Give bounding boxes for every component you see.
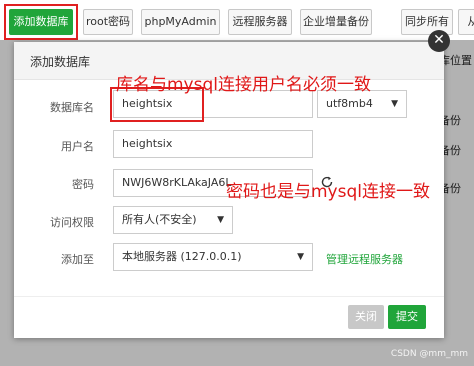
annotation-db-name: 库名与mysql连接用户名必须一致 [116, 75, 371, 95]
phpmyadmin-button[interactable]: phpMyAdmin [141, 9, 220, 35]
annotation-password: 密码也是与mysql连接一致 [226, 182, 430, 202]
password-label: 密码 [72, 178, 94, 191]
enterprise-backup-button[interactable]: 企业增量备份 [300, 9, 372, 35]
watermark: CSDN @mm_mm [390, 349, 468, 359]
db-name-label: 数据库名 [50, 101, 94, 114]
add-to-label: 添加至 [61, 253, 94, 266]
chevron-down-icon: ▼ [217, 215, 224, 225]
add-to-select[interactable]: 本地服务器 (127.0.0.1) ▼ [113, 243, 313, 271]
charset-value: utf8mb4 [326, 97, 373, 110]
close-button[interactable]: 关闭 [348, 305, 384, 329]
dialog-footer: 关闭 提交 [14, 296, 444, 338]
manage-remote-link[interactable]: 管理远程服务器 [326, 251, 403, 267]
chevron-down-icon: ▼ [391, 99, 398, 109]
dialog-title: 添加数据库 [30, 55, 91, 69]
submit-button[interactable]: 提交 [388, 305, 426, 329]
remote-server-button[interactable]: 远程服务器 [228, 9, 292, 35]
access-value: 所有人(不安全) [122, 213, 197, 226]
chevron-down-icon: ▼ [297, 252, 304, 262]
highlight-add-database [4, 4, 78, 40]
access-select[interactable]: 所有人(不安全) ▼ [113, 206, 233, 234]
access-label: 访问权限 [50, 216, 94, 229]
add-to-value: 本地服务器 (127.0.0.1) [122, 250, 242, 263]
close-icon[interactable]: ✕ [428, 30, 450, 52]
username-label: 用户名 [61, 140, 94, 153]
root-password-button[interactable]: root密码 [83, 9, 133, 35]
username-input[interactable]: heightsix [113, 130, 313, 158]
from-button[interactable]: 从 [458, 9, 474, 35]
